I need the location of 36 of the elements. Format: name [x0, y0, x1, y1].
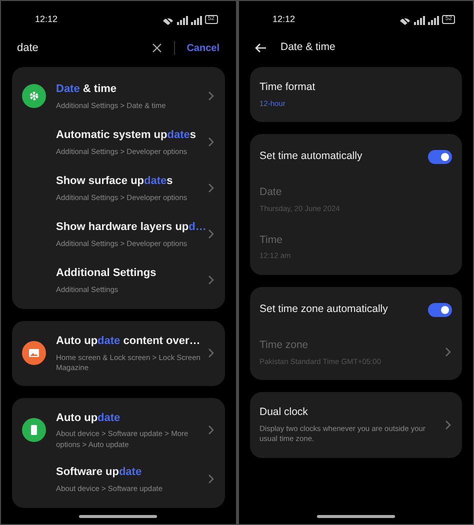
cancel-button[interactable]: Cancel	[186, 40, 220, 56]
signal-icon	[414, 14, 426, 24]
signal-icon	[176, 14, 188, 24]
result-title[interactable]: Auto update	[56, 410, 206, 426]
chevron-icon	[208, 424, 214, 435]
result-title[interactable]: Software update	[56, 464, 163, 480]
page-title: Date & time	[280, 40, 336, 56]
setting-title[interactable]: Dual clock	[260, 405, 437, 421]
back-icon[interactable]	[254, 43, 266, 53]
chevron-icon	[208, 474, 214, 484]
chevron-icon	[208, 275, 214, 285]
result-title[interactable]: Additional Settings	[56, 265, 156, 282]
toggle-switch[interactable]	[428, 302, 452, 317]
result-title[interactable]: Automatic system updates	[56, 127, 196, 144]
status-time: 12:12	[272, 12, 296, 26]
result-title[interactable]: Show surface updates	[56, 173, 188, 190]
setting-title: Set time zone automatically	[260, 302, 388, 317]
result-title[interactable]: Auto update content over…	[56, 333, 206, 350]
status-time: 12:12	[35, 12, 58, 26]
search-field[interactable]: date	[17, 40, 38, 56]
phone-badge-icon	[22, 418, 46, 442]
chevron-icon	[208, 229, 214, 239]
result-title[interactable]: Show hardware layers upd…	[56, 219, 206, 236]
chevron-icon	[208, 137, 214, 147]
result-title[interactable]: Date & time	[56, 81, 166, 98]
chevron-icon	[208, 91, 214, 101]
setting-title: Set time automatically	[260, 149, 362, 164]
chevron-icon	[208, 183, 214, 193]
gear-badge-icon	[22, 84, 46, 108]
picture-badge-icon	[22, 341, 46, 366]
close-icon[interactable]	[152, 43, 162, 53]
signal-icon	[190, 14, 202, 24]
setting-title[interactable]: Time format	[260, 80, 316, 96]
chevron-icon	[208, 348, 214, 358]
signal-icon	[428, 14, 440, 24]
toggle-switch[interactable]	[428, 150, 452, 164]
